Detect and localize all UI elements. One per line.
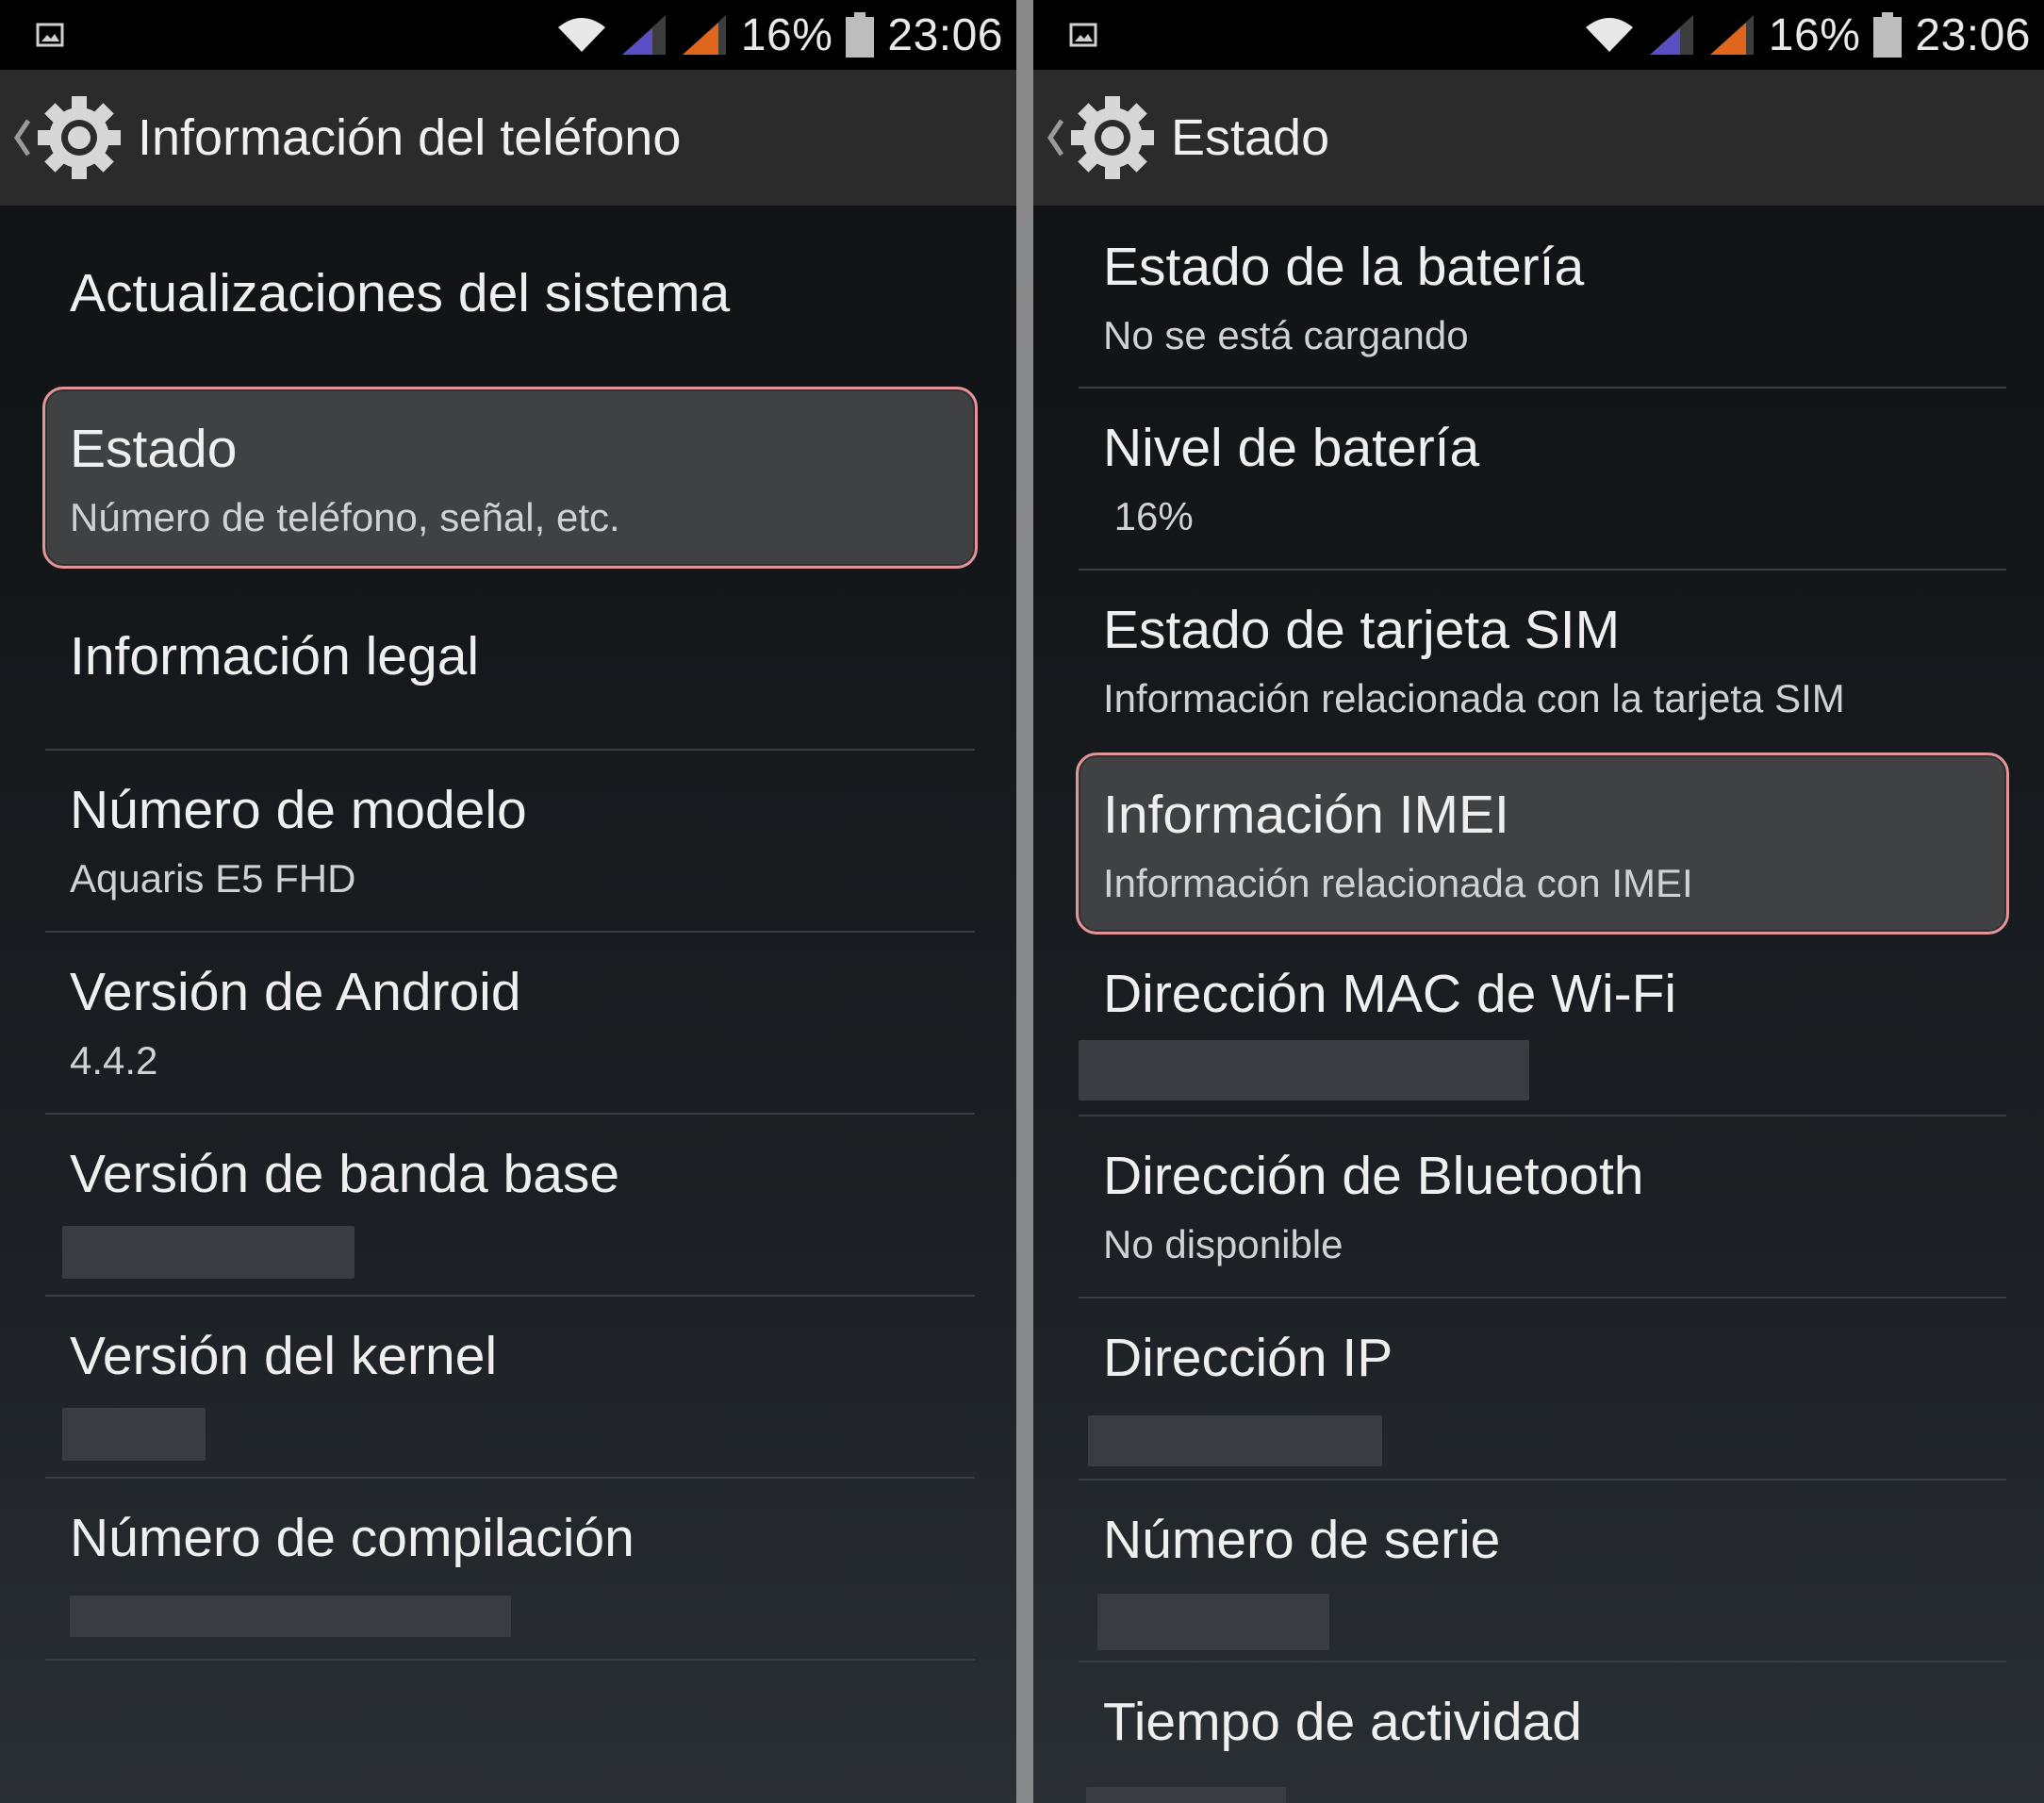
list-item-title: Estado de tarjeta SIM <box>1103 600 1621 660</box>
list-item-serial-number[interactable]: Número de serie <box>1079 1480 2006 1662</box>
list-item-title: Versión del kernel <box>70 1326 498 1386</box>
list-item-summary: 4.4.2 <box>70 1038 158 1083</box>
redacted-value <box>1079 1040 1529 1100</box>
list-item-wifi-mac[interactable]: Dirección MAC de Wi-Fi <box>1079 935 2006 1117</box>
signal-sim1-icon <box>621 15 666 55</box>
list-item-summary: No disponible <box>1103 1222 1343 1266</box>
signal-sim1-icon <box>1649 15 1693 55</box>
list-item-model-number[interactable]: Número de modelo Aquaris E5 FHD <box>45 751 975 933</box>
wifi-icon <box>557 18 605 52</box>
back-chevron-icon[interactable] <box>1045 117 1065 158</box>
redacted-value <box>1086 1787 1286 1803</box>
list-item-title: Dirección IP <box>1103 1328 1393 1388</box>
list-item-title: Número de modelo <box>70 780 527 840</box>
list-item-title: Versión de Android <box>70 962 521 1022</box>
signal-sim2-icon <box>682 15 726 55</box>
list-item-system-updates[interactable]: Actualizaciones del sistema <box>45 206 975 387</box>
image-notification-icon <box>36 23 64 47</box>
redacted-value <box>1088 1415 1382 1466</box>
page-title: Estado <box>1171 109 1330 166</box>
list-item-title: Dirección MAC de Wi-Fi <box>1103 964 1677 1024</box>
list-item-summary: Información relacionada con la tarjeta S… <box>1103 676 1845 720</box>
status-screen: 16% 23:06 Estado Estado de la batería No… <box>1033 0 2044 1803</box>
wifi-icon <box>1585 18 1633 52</box>
redacted-value <box>70 1596 511 1637</box>
list-item-title: Estado <box>70 419 238 479</box>
battery-icon <box>846 12 875 58</box>
list-item-summary: 16% <box>1103 494 1194 538</box>
list-item-title: Nivel de batería <box>1103 418 1480 478</box>
list-item-title: Tiempo de actividad <box>1103 1692 1582 1752</box>
list-item-uptime[interactable]: Tiempo de actividad <box>1079 1662 2006 1803</box>
redacted-value <box>62 1226 354 1279</box>
list-item-title: Dirección de Bluetooth <box>1103 1146 1644 1206</box>
list-item-battery-level[interactable]: Nivel de batería 16% <box>1079 389 2006 571</box>
list-item-bluetooth-address[interactable]: Dirección de Bluetooth No disponible <box>1079 1117 2006 1298</box>
list-item-summary: Información relacionada con IMEI <box>1103 861 1693 905</box>
status-bar: 16% 23:06 <box>0 0 1016 70</box>
list-item-build-number[interactable]: Número de compilación <box>45 1479 975 1661</box>
list-item-sim-status[interactable]: Estado de tarjeta SIM Información relaci… <box>1079 571 2006 753</box>
signal-sim2-icon <box>1709 15 1754 55</box>
list-item-kernel-version[interactable]: Versión del kernel <box>45 1297 975 1479</box>
list-item-title: Actualizaciones del sistema <box>70 263 731 323</box>
list-item-title: Estado de la batería <box>1103 237 1585 297</box>
list-item-title: Número de serie <box>1103 1510 1501 1570</box>
list-item-ip-address[interactable]: Dirección IP <box>1079 1298 2006 1480</box>
battery-percent: 16% <box>1768 9 1861 60</box>
status-list: Estado de la batería No se está cargando… <box>1076 206 2009 1803</box>
list-item-title: Información IMEI <box>1103 785 1509 845</box>
list-item-title: Número de compilación <box>70 1508 635 1568</box>
back-chevron-icon[interactable] <box>11 117 32 158</box>
list-item-summary: No se está cargando <box>1103 313 1469 357</box>
action-bar: Información del teléfono <box>0 70 1016 206</box>
battery-icon <box>1873 12 1903 58</box>
list-item-battery-status[interactable]: Estado de la batería No se está cargando <box>1079 206 2006 389</box>
action-bar: Estado <box>1033 70 2044 206</box>
clock: 23:06 <box>887 9 1003 60</box>
list-item-imei-info[interactable]: Información IMEI Información relacionada… <box>1076 753 2009 935</box>
redacted-value <box>62 1408 206 1461</box>
list-item-legal-info[interactable]: Información legal <box>45 569 975 751</box>
list-item-baseband-version[interactable]: Versión de banda base <box>45 1115 975 1297</box>
about-phone-screen: 16% 23:06 Información del teléfono Actua… <box>0 0 1016 1803</box>
settings-gear-icon[interactable] <box>36 94 123 181</box>
list-item-title: Versión de banda base <box>70 1144 620 1204</box>
list-item-summary: Número de teléfono, señal, etc. <box>70 495 620 539</box>
battery-percent: 16% <box>740 9 833 60</box>
list-item-status[interactable]: Estado Número de teléfono, señal, etc. <box>42 387 978 569</box>
list-item-android-version[interactable]: Versión de Android 4.4.2 <box>45 933 975 1115</box>
list-item-summary: Aquaris E5 FHD <box>70 856 356 901</box>
settings-list: Actualizaciones del sistema Estado Númer… <box>42 206 978 1661</box>
settings-gear-icon[interactable] <box>1069 94 1156 181</box>
list-item-title: Información legal <box>70 626 480 686</box>
redacted-value <box>1097 1594 1329 1650</box>
clock: 23:06 <box>1915 9 2031 60</box>
page-title: Información del teléfono <box>138 109 682 166</box>
status-bar: 16% 23:06 <box>1033 0 2044 70</box>
image-notification-icon <box>1069 23 1097 47</box>
